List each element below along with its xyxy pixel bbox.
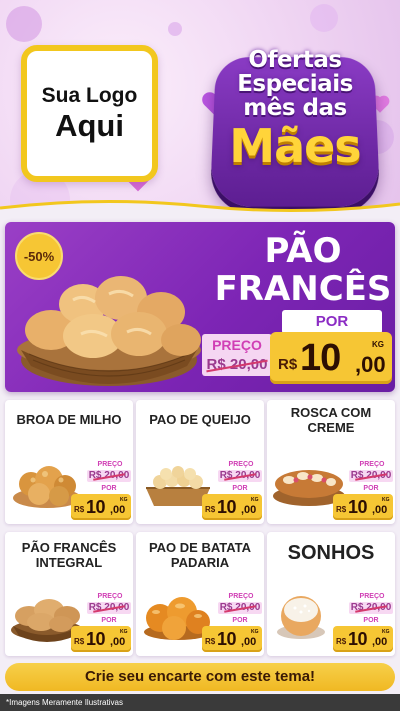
price-cents: ,00 xyxy=(241,504,256,516)
logo-placeholder[interactable]: Sua Logo Aqui xyxy=(21,45,158,182)
product-card[interactable]: PAO DE BATATA PADARIAPREÇOR$ 20,00PORR$1… xyxy=(136,532,264,656)
new-price-box: R$ 10 ,00 KG xyxy=(333,626,393,652)
campaign-title: Ofertas Especiais mês das Mães xyxy=(205,48,385,172)
price-unit: KG xyxy=(372,340,384,349)
old-price: R$ 20,00 xyxy=(87,470,131,482)
por-label: POR xyxy=(282,310,382,334)
featured-name-line1: PÃO xyxy=(213,232,393,270)
price-tag: PREÇOR$ 20,00 POR R$10 ,00KG xyxy=(71,460,131,522)
new-price-box: R$ 10 ,00 KG xyxy=(71,494,131,520)
currency-symbol: R$ xyxy=(336,505,346,514)
por-label: POR xyxy=(220,616,260,626)
new-price-box: R$ 10 ,00 KG xyxy=(270,332,392,384)
preco-label: PREÇO xyxy=(222,592,260,602)
price-cents: ,00 xyxy=(241,636,256,648)
price-cents: ,00 xyxy=(355,352,386,378)
por-label: POR xyxy=(89,616,129,626)
old-price: R$ 20,00 xyxy=(349,602,393,614)
product-name: PAO DE BATATA PADARIA xyxy=(140,540,260,570)
logo-text-line1: Sua Logo xyxy=(42,84,138,108)
price-tag: PREÇOR$ 20,00 POR R$10 ,00KG xyxy=(202,460,262,522)
price-unit: KG xyxy=(382,497,390,503)
price-unit: KG xyxy=(120,497,128,503)
preco-label: PREÇO xyxy=(202,337,272,353)
footer-disclaimer: *Imagens Meramente Ilustrativas xyxy=(0,694,400,711)
preco-label: PREÇO xyxy=(222,460,260,470)
product-card[interactable]: ROSCA COM CREME PREÇOR$ 20,00 POR R$10 ,00KG xyxy=(267,400,395,524)
por-label: POR xyxy=(220,484,260,494)
campaign-title-badge: Ofertas Especiais mês das Mães xyxy=(205,40,385,200)
price-unit: KG xyxy=(251,629,259,635)
por-label: POR xyxy=(351,616,391,626)
price-unit: KG xyxy=(382,629,390,635)
price-integer: 10 xyxy=(86,629,105,650)
old-price: R$ 20,00 xyxy=(218,470,262,482)
currency-symbol: R$ xyxy=(205,505,215,514)
new-price-box: R$ 10 ,00 KG xyxy=(202,626,262,652)
price-integer: 10 xyxy=(217,629,236,650)
featured-product-name: PÃO FRANCÊS xyxy=(213,232,393,308)
product-name: SONHOS xyxy=(271,542,391,564)
product-card[interactable]: PÃO FRANCÊS INTEGRALPREÇOR$ 20,00PORR$10… xyxy=(5,532,133,656)
price-cents: ,00 xyxy=(110,504,125,516)
por-label: POR xyxy=(351,484,391,494)
currency-symbol: R$ xyxy=(336,637,346,646)
product-card[interactable]: SONHOS PREÇOR$ 20,00 POR R$10 ,00KG xyxy=(267,532,395,656)
price-tag: PREÇOR$ 20,00 POR R$10 ,00KG xyxy=(71,592,131,654)
old-price: R$ 20,00 xyxy=(202,356,272,373)
new-price-box: R$ 10 ,00 KG xyxy=(71,626,131,652)
old-price: R$ 20,00 xyxy=(349,470,393,482)
currency-symbol: R$ xyxy=(205,637,215,646)
preco-label: PREÇO xyxy=(353,460,391,470)
price-cents: ,00 xyxy=(110,636,125,648)
preco-label: PREÇO xyxy=(353,592,391,602)
price-integer: 10 xyxy=(217,497,236,518)
currency-symbol: R$ xyxy=(74,505,84,514)
product-name: PAO DE QUEIJO xyxy=(140,412,260,427)
old-price: R$ 20,00 xyxy=(87,602,131,614)
title-line2: Especiais xyxy=(205,72,385,96)
product-card[interactable]: BROA DE MILHO PREÇOR$ 20,00 POR R$10 ,00KG xyxy=(5,400,133,524)
featured-product-card[interactable]: -50% PÃO FRANCÊS POR PREÇO R$ 20,00 xyxy=(5,222,395,392)
price-integer: 10 xyxy=(300,337,340,379)
price-cents: ,00 xyxy=(372,636,387,648)
price-integer: 10 xyxy=(348,497,367,518)
title-line3: mês das xyxy=(205,96,385,120)
featured-name-line2: FRANCÊS xyxy=(213,270,393,308)
product-card[interactable]: PAO DE QUEIJO PREÇOR$ 20,00 POR R$10 ,00KG xyxy=(136,400,264,524)
bubble-decoration xyxy=(168,22,182,36)
price-integer: 10 xyxy=(86,497,105,518)
discount-badge: -50% xyxy=(15,232,63,280)
product-name: ROSCA COM CREME xyxy=(271,405,391,435)
price-cents: ,00 xyxy=(372,504,387,516)
header-banner: Sua Logo Aqui Ofertas Especiais mês das … xyxy=(0,0,400,215)
product-name: PÃO FRANCÊS INTEGRAL xyxy=(9,540,129,570)
product-name: BROA DE MILHO xyxy=(9,412,129,427)
por-label: POR xyxy=(89,484,129,494)
wave-divider xyxy=(0,198,400,215)
preco-label: PREÇO xyxy=(91,460,129,470)
currency-symbol: R$ xyxy=(278,356,297,373)
bubble-decoration xyxy=(6,6,42,42)
currency-symbol: R$ xyxy=(74,637,84,646)
title-line4: Mães xyxy=(205,120,385,172)
title-line1: Ofertas xyxy=(205,48,385,72)
new-price-box: R$ 10 ,00 KG xyxy=(202,494,262,520)
old-price-box: PREÇO R$ 20,00 xyxy=(202,334,272,376)
price-tag: PREÇOR$ 20,00 POR R$10 ,00KG xyxy=(333,592,393,654)
price-tag: PREÇOR$ 20,00 POR R$10 ,00KG xyxy=(333,460,393,522)
price-unit: KG xyxy=(251,497,259,503)
price-integer: 10 xyxy=(348,629,367,650)
preco-label: PREÇO xyxy=(91,592,129,602)
price-tag: PREÇOR$ 20,00 POR R$10 ,00KG xyxy=(202,592,262,654)
price-unit: KG xyxy=(120,629,128,635)
new-price-box: R$ 10 ,00 KG xyxy=(333,494,393,520)
create-flyer-button[interactable]: Crie seu encarte com este tema! xyxy=(5,663,395,691)
old-price: R$ 20,00 xyxy=(218,602,262,614)
bubble-decoration xyxy=(310,4,338,32)
logo-text-line2: Aqui xyxy=(55,108,124,144)
